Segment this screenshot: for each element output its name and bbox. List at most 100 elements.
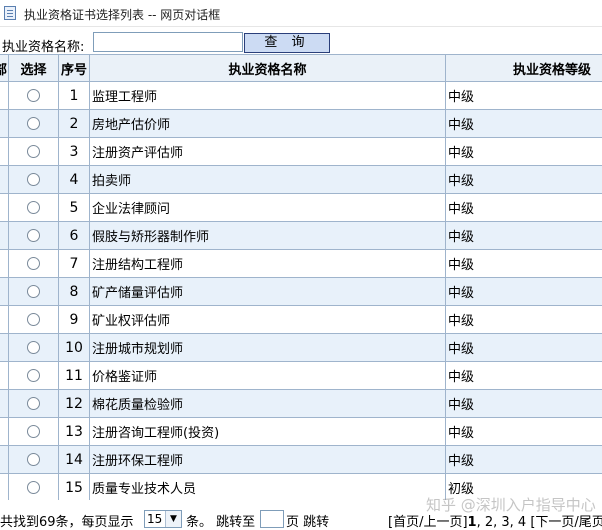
index-cell: 15 <box>58 473 90 500</box>
qualification-name-cell: 注册环保工程师 <box>89 445 446 474</box>
qualification-level-cell: 中级 <box>445 109 602 138</box>
qualification-level-cell: 中级 <box>445 361 602 390</box>
index-cell: 2 <box>58 109 90 138</box>
qualification-level-cell: 中级 <box>445 249 602 278</box>
select-cell <box>8 81 59 110</box>
qualification-table: 部 选择 序号 执业资格名称 执业资格等级 1监理工程师中级2房地产估价师中级3… <box>0 54 602 500</box>
qualification-level-cell: 中级 <box>445 193 602 222</box>
jump-to-label: 条。 跳转至 <box>186 515 256 530</box>
select-cell <box>8 305 59 334</box>
select-radio[interactable] <box>27 425 40 438</box>
table-header-row: 部 选择 序号 执业资格名称 执业资格等级 <box>0 54 602 82</box>
select-cell <box>8 221 59 250</box>
qualification-name-input[interactable] <box>93 32 243 52</box>
table-row[interactable]: 5 企业法律顾问 中级 <box>0 193 602 222</box>
partial-cell <box>0 81 9 110</box>
select-cell <box>8 417 59 446</box>
select-radio[interactable] <box>27 481 40 494</box>
index-cell: 11 <box>58 361 90 390</box>
table-row[interactable]: 12 棉花质量检验师 中级 <box>0 389 602 418</box>
index-cell: 4 <box>58 165 90 194</box>
current-page: 1 <box>467 515 477 530</box>
qualification-level-cell: 中级 <box>445 137 602 166</box>
qualification-level-cell: 中级 <box>445 333 602 362</box>
select-cell <box>8 277 59 306</box>
per-page-select[interactable]: 15 ▼ <box>144 510 182 528</box>
qualification-level-cell: 中级 <box>445 389 602 418</box>
partial-cell <box>0 305 9 334</box>
index-cell: 13 <box>58 417 90 446</box>
select-cell <box>8 109 59 138</box>
table-row[interactable]: 3 注册资产评估师 中级 <box>0 137 602 166</box>
partial-cell <box>0 473 9 500</box>
jump-button-text[interactable]: 页 跳转 <box>286 511 329 530</box>
select-radio[interactable] <box>27 453 40 466</box>
select-cell <box>8 193 59 222</box>
per-page-value: 15 <box>147 512 163 526</box>
select-radio[interactable] <box>27 201 40 214</box>
index-cell: 9 <box>58 305 90 334</box>
partial-cell <box>0 193 9 222</box>
select-radio[interactable] <box>27 229 40 242</box>
query-button[interactable]: 查 询 <box>244 33 330 53</box>
partial-cell <box>0 389 9 418</box>
table-row[interactable]: 1 监理工程师 中级 <box>0 81 602 110</box>
select-radio[interactable] <box>27 117 40 130</box>
result-count-text: 共找到69条，每页显示 <box>0 515 134 530</box>
column-header-name: 执业资格名称 <box>89 54 446 82</box>
select-cell <box>8 137 59 166</box>
qualification-level-cell: 中级 <box>445 221 602 250</box>
select-cell <box>8 165 59 194</box>
table-row[interactable]: 11 价格鉴证师 中级 <box>0 361 602 390</box>
column-header-partial: 部 <box>0 54 9 82</box>
select-radio[interactable] <box>27 173 40 186</box>
table-row[interactable]: 13 注册咨询工程师(投资) 中级 <box>0 417 602 446</box>
chevron-down-icon[interactable]: ▼ <box>165 511 181 527</box>
qualification-name-cell: 棉花质量检验师 <box>89 389 446 418</box>
select-cell <box>8 249 59 278</box>
select-radio[interactable] <box>27 285 40 298</box>
qualification-level-cell: 中级 <box>445 165 602 194</box>
page-links[interactable]: , 2, 3, 4 [下一页/尾页] <box>477 515 602 530</box>
partial-cell <box>0 221 9 250</box>
qualification-level-cell: 中级 <box>445 445 602 474</box>
table-row[interactable]: 10 注册城市规划师 中级 <box>0 333 602 362</box>
table-row[interactable]: 2 房地产估价师 中级 <box>0 109 602 138</box>
partial-cell <box>0 361 9 390</box>
first-prev-links[interactable]: [首页/上一页] <box>388 515 468 530</box>
partial-cell <box>0 249 9 278</box>
index-cell: 10 <box>58 333 90 362</box>
table-row[interactable]: 8 矿产储量评估师 中级 <box>0 277 602 306</box>
dialog-title-bar: 执业资格证书选择列表 -- 网页对话框 <box>0 0 602 27</box>
select-radio[interactable] <box>27 313 40 326</box>
qualification-name-cell: 注册结构工程师 <box>89 249 446 278</box>
table-row[interactable]: 14 注册环保工程师 中级 <box>0 445 602 474</box>
table-row[interactable]: 6 假肢与矫形器制作师 中级 <box>0 221 602 250</box>
select-radio[interactable] <box>27 397 40 410</box>
select-radio[interactable] <box>27 257 40 270</box>
partial-cell <box>0 165 9 194</box>
select-radio[interactable] <box>27 89 40 102</box>
qualification-name-cell: 拍卖师 <box>89 165 446 194</box>
select-radio[interactable] <box>27 145 40 158</box>
qualification-name-cell: 价格鉴证师 <box>89 361 446 390</box>
table-row[interactable]: 9 矿业权评估师 中级 <box>0 305 602 334</box>
partial-cell <box>0 109 9 138</box>
select-cell <box>8 361 59 390</box>
index-cell: 3 <box>58 137 90 166</box>
qualification-name-cell: 注册咨询工程师(投资) <box>89 417 446 446</box>
qualification-name-cell: 注册资产评估师 <box>89 137 446 166</box>
index-cell: 12 <box>58 389 90 418</box>
select-radio[interactable] <box>27 341 40 354</box>
index-cell: 8 <box>58 277 90 306</box>
select-cell <box>8 445 59 474</box>
table-row[interactable]: 4 拍卖师 中级 <box>0 165 602 194</box>
select-cell <box>8 333 59 362</box>
table-row[interactable]: 7 注册结构工程师 中级 <box>0 249 602 278</box>
page-number-input[interactable] <box>260 510 284 528</box>
index-cell: 6 <box>58 221 90 250</box>
column-header-select: 选择 <box>8 54 59 82</box>
select-radio[interactable] <box>27 369 40 382</box>
column-header-index: 序号 <box>58 54 90 82</box>
watermark: 知乎 @深圳入户指导中心 <box>426 496 596 514</box>
